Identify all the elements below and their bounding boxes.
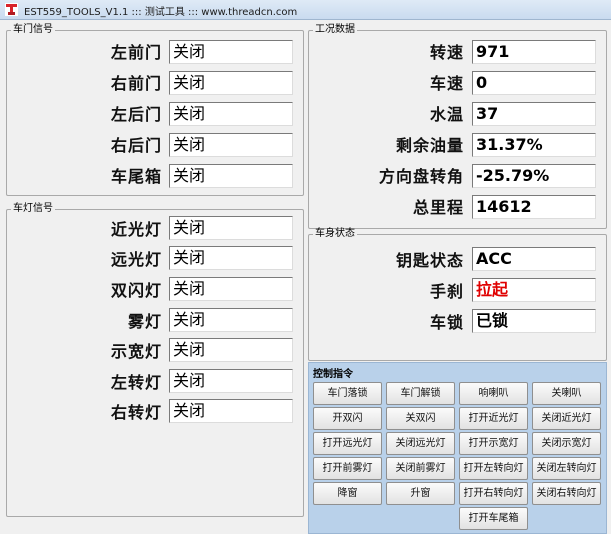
body-value-handbrake[interactable]: 拉起 xyxy=(472,278,596,302)
high-beam-off-button[interactable]: 关闭远光灯 xyxy=(386,432,455,455)
main-frame: 车门信号 左前门 关闭 右前门 关闭 左后门 关闭 右后门 关闭 车尾箱 关闭 … xyxy=(0,20,611,534)
door-label-rear-left: 左后门 xyxy=(110,105,162,124)
fog-light-on-button[interactable]: 打开前雾灯 xyxy=(313,457,382,480)
light-label-fog: 雾灯 xyxy=(127,312,162,331)
work-label-water-temp: 水温 xyxy=(429,105,464,124)
light-label-left-turn: 左转灯 xyxy=(110,373,162,392)
title-bar[interactable]: EST559_TOOLS_V1.1 ::: 测试工具 ::: www.threa… xyxy=(0,0,611,20)
light-value-right-turn[interactable]: 关闭 xyxy=(169,399,293,423)
hazard-on-button[interactable]: 开双闪 xyxy=(313,407,382,430)
work-value-rpm[interactable]: 971 xyxy=(472,40,596,64)
light-value-width[interactable]: 关闭 xyxy=(169,338,293,362)
work-data-title: 工况数据 xyxy=(315,24,355,35)
work-label-rpm: 转速 xyxy=(429,43,464,62)
work-value-water-temp[interactable]: 37 xyxy=(472,102,596,126)
horn-off-button[interactable]: 关喇叭 xyxy=(532,382,601,405)
window-down-button[interactable]: 降窗 xyxy=(313,482,382,505)
light-value-high-beam[interactable]: 关闭 xyxy=(169,246,293,270)
light-value-fog[interactable]: 关闭 xyxy=(169,308,293,332)
door-value-front-right[interactable]: 关闭 xyxy=(169,71,293,95)
low-beam-on-button[interactable]: 打开近光灯 xyxy=(459,407,528,430)
door-value-rear-right[interactable]: 关闭 xyxy=(169,133,293,157)
low-beam-off-button[interactable]: 关闭近光灯 xyxy=(532,407,601,430)
work-value-steering[interactable]: -25.79% xyxy=(472,164,596,188)
left-turn-off-button[interactable]: 关闭左转向灯 xyxy=(532,457,601,480)
lock-doors-button[interactable]: 车门落锁 xyxy=(313,382,382,405)
fog-light-off-button[interactable]: 关闭前雾灯 xyxy=(386,457,455,480)
control-panel: 控制指令 车门落锁 车门解锁 响喇叭 关喇叭 开双闪 关双闪 打开近光灯 关闭近… xyxy=(308,362,607,534)
work-value-fuel[interactable]: 31.37% xyxy=(472,133,596,157)
light-label-width: 示宽灯 xyxy=(110,342,162,361)
body-status-title: 车身状态 xyxy=(315,228,355,239)
door-label-trunk: 车尾箱 xyxy=(110,167,162,186)
horn-on-button[interactable]: 响喇叭 xyxy=(459,382,528,405)
door-label-front-left: 左前门 xyxy=(110,43,162,62)
light-label-high-beam: 远光灯 xyxy=(110,250,162,269)
door-signal-title: 车门信号 xyxy=(13,24,53,35)
light-value-hazard[interactable]: 关闭 xyxy=(169,277,293,301)
body-label-lock: 车锁 xyxy=(429,313,464,332)
right-turn-on-button[interactable]: 打开右转向灯 xyxy=(459,482,528,505)
work-label-speed: 车速 xyxy=(429,74,464,93)
right-turn-off-button[interactable]: 关闭右转向灯 xyxy=(532,482,601,505)
door-value-trunk[interactable]: 关闭 xyxy=(169,164,293,188)
light-signal-title: 车灯信号 xyxy=(13,203,53,214)
control-title: 控制指令 xyxy=(313,369,353,380)
window-up-button[interactable]: 升窗 xyxy=(386,482,455,505)
app-icon xyxy=(5,3,18,16)
width-light-on-button[interactable]: 打开示宽灯 xyxy=(459,432,528,455)
light-value-low-beam[interactable]: 关闭 xyxy=(169,216,293,240)
high-beam-on-button[interactable]: 打开远光灯 xyxy=(313,432,382,455)
light-label-low-beam: 近光灯 xyxy=(110,220,162,239)
door-value-rear-left[interactable]: 关闭 xyxy=(169,102,293,126)
body-value-key[interactable]: ACC xyxy=(472,247,596,271)
work-label-odometer: 总里程 xyxy=(412,198,464,217)
light-label-hazard: 双闪灯 xyxy=(110,281,162,300)
light-label-right-turn: 右转灯 xyxy=(110,403,162,422)
unlock-doors-button[interactable]: 车门解锁 xyxy=(386,382,455,405)
width-light-off-button[interactable]: 关闭示宽灯 xyxy=(532,432,601,455)
work-value-odometer[interactable]: 14612 xyxy=(472,195,596,219)
body-label-key: 钥匙状态 xyxy=(395,251,464,270)
open-trunk-button[interactable]: 打开车尾箱 xyxy=(459,507,528,530)
left-turn-on-button[interactable]: 打开左转向灯 xyxy=(459,457,528,480)
door-label-rear-right: 右后门 xyxy=(110,136,162,155)
body-label-handbrake: 手刹 xyxy=(429,282,464,301)
hazard-off-button[interactable]: 关双闪 xyxy=(386,407,455,430)
door-value-front-left[interactable]: 关闭 xyxy=(169,40,293,64)
work-value-speed[interactable]: 0 xyxy=(472,71,596,95)
work-label-fuel: 剩余油量 xyxy=(395,136,464,155)
work-label-steering: 方向盘转角 xyxy=(378,167,464,186)
body-value-lock[interactable]: 已锁 xyxy=(472,309,596,333)
light-value-left-turn[interactable]: 关闭 xyxy=(169,369,293,393)
window-title: EST559_TOOLS_V1.1 ::: 测试工具 ::: www.threa… xyxy=(24,7,298,18)
door-label-front-right: 右前门 xyxy=(110,74,162,93)
